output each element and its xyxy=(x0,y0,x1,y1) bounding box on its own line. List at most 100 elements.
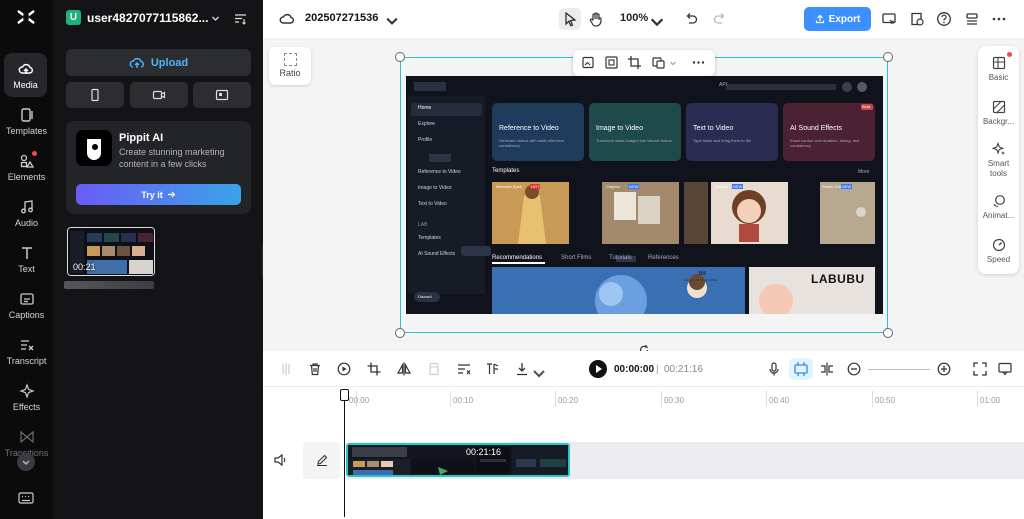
layers-stack-icon[interactable] xyxy=(964,11,980,27)
keyboard-shortcuts-icon[interactable] xyxy=(17,490,35,506)
redo-icon[interactable] xyxy=(712,11,728,27)
cloud-sync-icon[interactable] xyxy=(279,11,295,27)
split-icon[interactable] xyxy=(278,361,294,377)
zoom-out-icon[interactable] xyxy=(846,361,862,377)
video-tab: References xyxy=(648,255,679,261)
video-template-name: Punch Out xyxy=(822,184,841,189)
rail-item-elements[interactable]: Elements xyxy=(0,151,53,197)
replace-image-icon[interactable] xyxy=(581,55,596,70)
total-duration: 00:21:16 xyxy=(664,364,703,375)
hand-pan-icon[interactable] xyxy=(588,11,604,27)
video-card-desc: Generate videos with multi-reference con… xyxy=(499,138,565,148)
user-avatar[interactable]: U xyxy=(66,10,81,25)
tick-mark xyxy=(766,391,767,407)
upload-button[interactable]: Upload xyxy=(66,49,251,76)
video-clip[interactable]: 00:21:16 xyxy=(346,443,570,477)
zoom-in-icon[interactable] xyxy=(936,361,952,377)
rail-label: Audio xyxy=(14,218,39,228)
microphone-icon[interactable] xyxy=(766,361,782,377)
video-template-badge: NEW xyxy=(732,184,744,189)
export-button[interactable]: Export xyxy=(804,7,871,31)
expand-rail-button[interactable] xyxy=(17,453,35,471)
rail-item-templates[interactable]: Templates xyxy=(0,107,53,151)
video-templates-heading: Templates xyxy=(492,168,520,174)
screen-record-button[interactable] xyxy=(193,82,251,108)
rail-item-text[interactable]: Text xyxy=(0,245,53,289)
tick-label: 00:50 xyxy=(875,396,896,405)
chevron-down-icon[interactable] xyxy=(531,365,547,381)
video-tab: Tutorials xyxy=(609,255,632,261)
prop-smart-tools[interactable]: Smart tools xyxy=(978,142,1019,179)
track-cover-edit[interactable] xyxy=(303,442,340,479)
select-tool-button[interactable] xyxy=(559,8,581,30)
flip-icon[interactable] xyxy=(396,361,412,377)
timeline[interactable]: 00:00 00:10 00:20 00:30 00:40 00:50 01:0… xyxy=(263,387,1024,519)
fullscreen-icon[interactable] xyxy=(972,361,988,377)
more-options-icon[interactable] xyxy=(991,11,1007,27)
try-it-button[interactable]: Try it xyxy=(76,184,241,205)
rail-item-effects[interactable]: Effects xyxy=(0,383,53,427)
timeline-zoom-slider[interactable] xyxy=(868,369,930,370)
download-icon[interactable] xyxy=(514,361,530,377)
rail-item-media[interactable]: Media xyxy=(4,53,47,97)
phone-upload-button[interactable] xyxy=(66,82,124,108)
feedback-icon[interactable] xyxy=(997,361,1013,377)
workspace-username[interactable]: user4827077115862... xyxy=(87,11,208,25)
track-mute-icon[interactable] xyxy=(273,452,289,468)
resize-handle-top-right[interactable] xyxy=(883,52,893,62)
rail-item-audio[interactable]: Audio xyxy=(0,199,53,243)
playhead-line[interactable] xyxy=(344,389,345,517)
floating-edit-toolbar xyxy=(573,50,715,76)
media-thumbnail[interactable]: 00:21 xyxy=(67,227,155,276)
notification-dot xyxy=(32,151,37,156)
effects-sparkle-icon xyxy=(18,383,35,399)
more-options-icon[interactable] xyxy=(691,55,706,70)
adjust-sliders-icon[interactable] xyxy=(456,361,472,377)
auto-snap-toggle[interactable] xyxy=(789,358,813,380)
chevron-down-icon[interactable] xyxy=(669,59,677,67)
rail-item-captions[interactable]: Captions xyxy=(0,291,53,335)
rail-label: Elements xyxy=(7,172,46,182)
delete-trash-icon[interactable] xyxy=(307,361,323,377)
record-video-button[interactable] xyxy=(130,82,188,108)
playback-loop-icon[interactable] xyxy=(336,361,352,377)
cloud-upload-icon xyxy=(18,63,33,74)
crop-icon[interactable] xyxy=(366,361,382,377)
project-name[interactable]: 202507271536 xyxy=(305,12,378,24)
prop-animation[interactable]: Animat... xyxy=(978,194,1019,221)
split-screen-icon[interactable] xyxy=(819,361,835,377)
prop-background[interactable]: Backgr... xyxy=(978,100,1019,127)
prop-speed[interactable]: Speed xyxy=(978,238,1019,265)
media-filename-redacted xyxy=(64,281,154,289)
ratio-button[interactable]: Ratio xyxy=(269,47,311,85)
chevron-down-icon[interactable] xyxy=(211,14,220,23)
chevron-down-icon[interactable] xyxy=(649,14,665,30)
resize-handle-bottom-left[interactable] xyxy=(395,328,405,338)
present-screen-icon[interactable] xyxy=(881,11,897,27)
phone-icon xyxy=(91,88,99,102)
freeze-frame-icon[interactable] xyxy=(426,361,442,377)
video-preview[interactable]: API Home Explore Profile Reference to Vi… xyxy=(406,76,883,314)
rail-item-transcript[interactable]: Transcript xyxy=(0,337,53,381)
video-template-badge: NEW xyxy=(628,184,640,189)
tick-mark xyxy=(872,391,873,407)
sort-filter-icon[interactable] xyxy=(234,12,247,25)
trim-split-icon[interactable] xyxy=(485,361,501,377)
arrow-right-icon xyxy=(167,191,176,198)
video-templates-more: More xyxy=(858,169,870,175)
zoom-level[interactable]: 100% xyxy=(620,12,648,24)
undo-icon[interactable] xyxy=(683,11,699,27)
fit-frame-icon[interactable] xyxy=(604,55,619,70)
chevron-down-icon[interactable] xyxy=(384,13,400,29)
cursor-pointer-icon xyxy=(565,11,577,27)
resize-handle-top-left[interactable] xyxy=(395,52,405,62)
video-nav-reference: Reference to Video xyxy=(418,169,461,175)
resize-handle-bottom-right[interactable] xyxy=(883,328,893,338)
play-button[interactable] xyxy=(589,360,607,378)
brand-kit-icon[interactable] xyxy=(909,11,925,27)
help-icon[interactable] xyxy=(936,11,952,27)
playhead-handle[interactable] xyxy=(340,389,349,401)
layer-arrange-icon[interactable] xyxy=(651,55,666,70)
prop-basic[interactable]: Basic xyxy=(978,56,1019,83)
crop-icon[interactable] xyxy=(627,55,642,70)
